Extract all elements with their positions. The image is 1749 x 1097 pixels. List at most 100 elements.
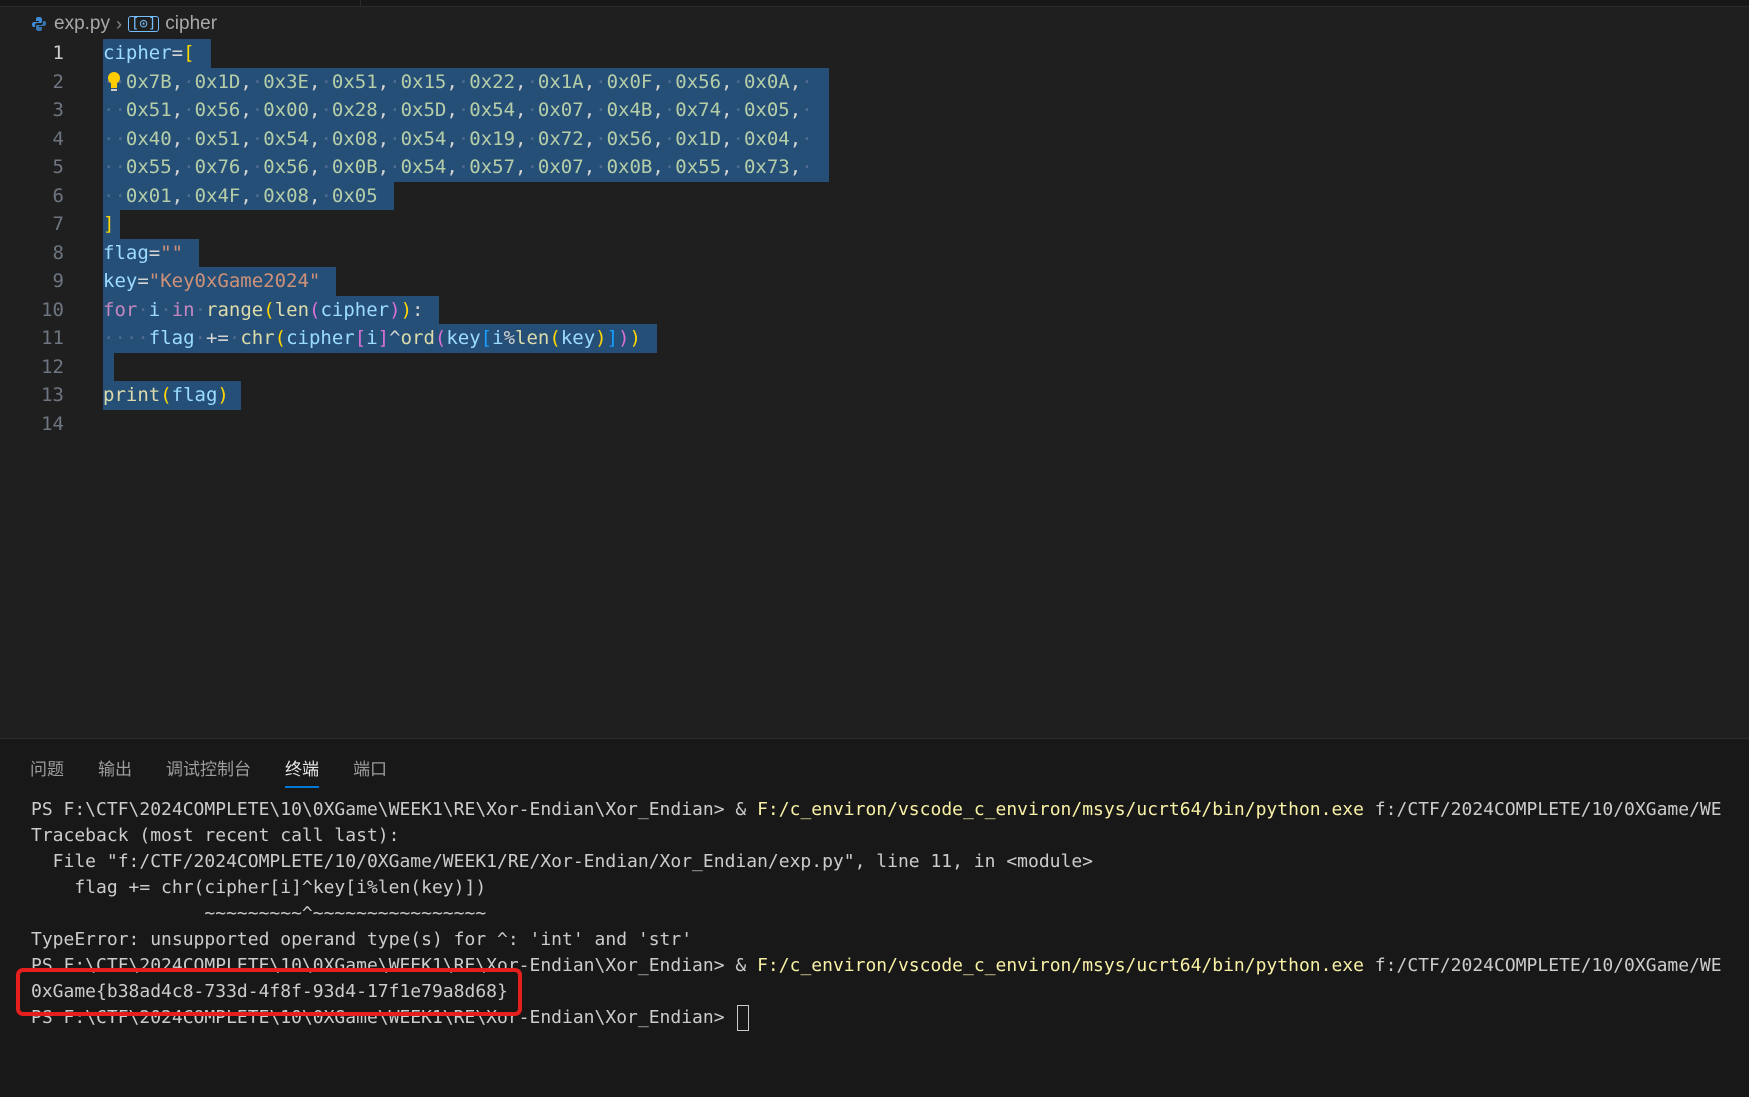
- line-number: 14: [41, 412, 64, 435]
- tab-output[interactable]: 输出: [98, 755, 132, 788]
- line-number: 2: [52, 70, 64, 93]
- hex-value: 0x22: [469, 70, 516, 93]
- tab-ports[interactable]: 端口: [353, 755, 387, 788]
- cipher-row: ··0x55,·0x76,·0x56,·0x0B,·0x54,·0x57,·0x…: [103, 153, 829, 182]
- line-number: 12: [41, 355, 64, 378]
- tab-divider: [360, 0, 361, 6]
- code-editor[interactable]: 1 cipher=[ 2 ··0x7B,·0x1D,·0x3E,·0x51,·0…: [0, 38, 1749, 738]
- breadcrumb-file[interactable]: exp.py: [54, 13, 110, 35]
- hex-value: 0x54: [400, 156, 447, 178]
- code-text: [103, 352, 114, 381]
- breadcrumb: exp.py › [⊙] cipher: [30, 10, 217, 38]
- hex-value: 0x19: [469, 127, 516, 150]
- tab-strip: [0, 0, 1749, 7]
- line-number: 7: [52, 213, 64, 235]
- hex-value: 0x08: [331, 127, 378, 150]
- code-line-1: 1 cipher=[: [0, 39, 1749, 68]
- code-text: print(flag): [103, 381, 241, 410]
- hex-value: 0x7B: [125, 70, 172, 93]
- code-line-6: 6 ··0x01,·0x4F,·0x08,·0x05: [0, 181, 1749, 210]
- hex-value: 0x56: [606, 127, 653, 150]
- code-line-4: 4 ··0x40,·0x51,·0x54,·0x08,·0x54,·0x19,·…: [0, 124, 1749, 153]
- terminal-line-code: flag += chr(cipher[i]^key[i%len(key)]): [31, 877, 487, 898]
- line-number: 4: [52, 127, 64, 150]
- line-number: 11: [41, 327, 64, 349]
- code-line-5: 5 ··0x55,·0x76,·0x56,·0x0B,·0x54,·0x57,·…: [0, 153, 1749, 182]
- cipher-row: ··0x51,·0x56,·0x00,·0x28,·0x5D,·0x54,·0x…: [103, 96, 829, 125]
- line-number: 3: [52, 99, 64, 121]
- line-number: 1: [52, 42, 64, 64]
- line-number: 9: [52, 270, 64, 292]
- lightbulb-icon[interactable]: [107, 71, 121, 93]
- hex-value: 0x40: [125, 127, 172, 150]
- code-text: ]: [103, 210, 121, 239]
- hex-value: 0x08: [263, 184, 309, 207]
- code-text: key="Key0xGame2024": [103, 267, 337, 296]
- hex-value: 0x07: [537, 156, 584, 178]
- hex-value: 0x56: [194, 99, 241, 121]
- tab-problems[interactable]: 问题: [30, 755, 64, 788]
- line-number: 6: [52, 184, 64, 207]
- code-text: for·i·in·range(len(cipher)):: [103, 295, 440, 324]
- line-number: 10: [41, 298, 64, 321]
- tab-debug-console[interactable]: 调试控制台: [166, 755, 251, 788]
- hex-value: 0x28: [331, 99, 378, 121]
- tab-terminal[interactable]: 终端: [285, 755, 319, 788]
- hex-value: 0x51: [125, 99, 172, 121]
- hex-value: 0x57: [469, 156, 516, 178]
- hex-value: 0x07: [537, 99, 584, 121]
- terminal-line-command-1: PS F:\CTF\2024COMPLETE\10\0XGame\WEEK1\R…: [31, 799, 1722, 820]
- code-text: ····flag·+=·chr(cipher[i]^ord(key[i%len(…: [103, 324, 657, 353]
- code-line-14: 14: [0, 410, 1749, 439]
- breadcrumb-symbol[interactable]: cipher: [165, 13, 217, 35]
- hex-value: 0x5D: [400, 99, 447, 121]
- bottom-panel: 问题 输出 调试控制台 终端 端口 PS F:\CTF\2024COMPLETE…: [0, 738, 1749, 1097]
- terminal-line-file: File "f:/CTF/2024COMPLETE/10/0XGame/WEEK…: [31, 851, 1094, 872]
- hex-value: 0x56: [675, 70, 722, 93]
- terminal-line-traceback: Traceback (most recent call last):: [31, 825, 400, 846]
- hex-value: 0x05: [743, 99, 790, 121]
- hex-value: 0x1A: [537, 70, 584, 93]
- code-line-10: 10 for·i·in·range(len(cipher)):: [0, 295, 1749, 324]
- hex-value: 0x73: [743, 156, 790, 178]
- code-line-3: 3 ··0x51,·0x56,·0x00,·0x28,·0x5D,·0x54,·…: [0, 96, 1749, 125]
- code-text: flag="": [103, 238, 200, 267]
- hex-value: 0x3E: [263, 70, 309, 93]
- hex-value: 0x05: [331, 184, 378, 207]
- hex-value: 0x74: [675, 99, 722, 121]
- hex-value: 0x00: [263, 99, 309, 121]
- hex-value: 0x56: [263, 156, 309, 178]
- terminal-line-error: TypeError: unsupported operand type(s) f…: [31, 929, 693, 950]
- hex-value: 0x1D: [194, 70, 241, 93]
- hex-value: 0x0B: [606, 156, 653, 178]
- hex-value: 0x54: [469, 99, 516, 121]
- code-line-7: 7 ]: [0, 210, 1749, 239]
- line-number: 5: [52, 156, 64, 178]
- code-line-12: 12: [0, 352, 1749, 381]
- hex-value: 0x54: [263, 127, 309, 150]
- cipher-row: ··0x01,·0x4F,·0x08,·0x05: [103, 181, 394, 210]
- chevron-right-icon: ›: [115, 13, 122, 34]
- cipher-row: ··0x7B,·0x1D,·0x3E,·0x51,·0x15,·0x22,·0x…: [103, 67, 829, 96]
- code-line-11: 11 ····flag·+=·chr(cipher[i]^ord(key[i%l…: [0, 324, 1749, 353]
- hex-value: 0x72: [537, 127, 584, 150]
- hex-value: 0x1D: [675, 127, 722, 150]
- code-line-9: 9 key="Key0xGame2024": [0, 267, 1749, 296]
- hex-value: 0x15: [400, 70, 447, 93]
- hex-value: 0x0F: [606, 70, 653, 93]
- hex-value: 0x55: [125, 156, 172, 178]
- line-number: 8: [52, 241, 64, 264]
- hex-value: 0x51: [194, 127, 241, 150]
- hex-value: 0x0A: [743, 70, 790, 93]
- terminal-line-caret: ~~~~~~~~~^~~~~~~~~~~~~~~~~: [31, 903, 487, 924]
- hex-value: 0x55: [675, 156, 722, 178]
- code-line-13: 13 print(flag): [0, 381, 1749, 410]
- code-line-2: 2 ··0x7B,·0x1D,·0x3E,·0x51,·0x15,·0x22,·…: [0, 67, 1749, 96]
- panel-tabs: 问题 输出 调试控制台 终端 端口: [30, 755, 387, 788]
- highlight-box: [16, 968, 522, 1016]
- python-file-icon: [30, 15, 48, 33]
- hex-value: 0x54: [400, 127, 447, 150]
- hex-value: 0x4F: [194, 184, 241, 207]
- hex-value: 0x01: [125, 184, 172, 207]
- cipher-row: ··0x40,·0x51,·0x54,·0x08,·0x54,·0x19,·0x…: [103, 124, 829, 153]
